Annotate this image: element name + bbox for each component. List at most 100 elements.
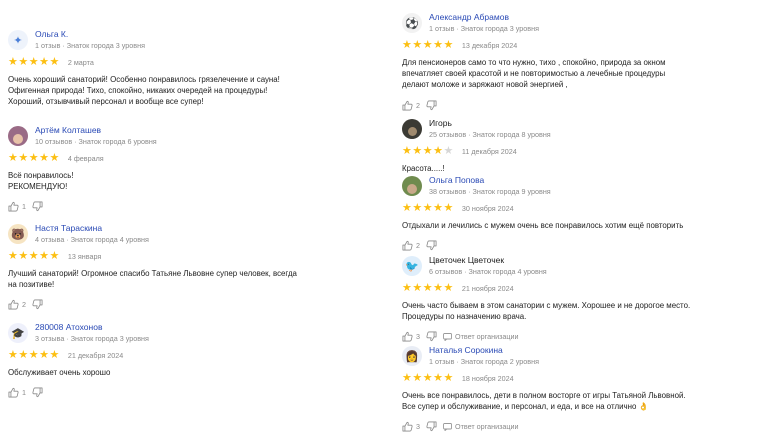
- star-filled-icon: ★: [412, 281, 423, 294]
- star-filled-icon: ★: [18, 55, 29, 68]
- reviewer-name[interactable]: Ольга К.: [35, 30, 145, 40]
- star-filled-icon: ★: [8, 348, 18, 361]
- thumbs-down-icon[interactable]: [32, 299, 43, 310]
- avatar[interactable]: ⚽: [402, 13, 422, 33]
- reviewer-name[interactable]: Ольга Попова: [429, 176, 551, 186]
- review-actions: 3 Ответ организации: [402, 331, 690, 342]
- user-photo: [407, 183, 417, 194]
- review-card: 🎓 280008 Атохонов 3 отзыва · Знаток горо…: [8, 321, 149, 398]
- star-rating: ★ ★ ★ ★ ★: [402, 144, 454, 157]
- review-text: Всё понравилось! РЕКОМЕНДУЮ!: [8, 170, 157, 192]
- avatar[interactable]: [402, 176, 422, 196]
- star-filled-icon: ★: [49, 151, 60, 164]
- reviewer-stats: 10 отзывов · Знаток города 6 уровня: [35, 136, 157, 146]
- review-date: 21 ноября 2024: [461, 283, 514, 293]
- star-filled-icon: ★: [433, 281, 443, 294]
- review-card: Артём Колташев 10 отзывов · Знаток город…: [8, 124, 157, 212]
- review-date: 18 ноября 2024: [461, 373, 514, 383]
- thumbs-up-icon[interactable]: [8, 201, 19, 212]
- star-filled-icon: ★: [422, 144, 433, 157]
- reviewer-name[interactable]: Наталья Сорокина: [429, 346, 539, 356]
- reviewer-name[interactable]: Артём Колташев: [35, 126, 157, 136]
- review-card: 👩 Наталья Сорокина 1 отзыв · Знаток горо…: [402, 344, 686, 432]
- star-filled-icon: ★: [39, 55, 49, 68]
- review-actions: 1: [8, 201, 157, 212]
- review-date: 30 ноября 2024: [461, 203, 514, 213]
- review-card: ⚽ Александр Абрамов 1 отзыв · Знаток гор…: [402, 11, 666, 111]
- sparkle-icon: ✦: [13, 34, 23, 47]
- review-text: Очень хороший санаторий! Особенно понрав…: [8, 74, 280, 108]
- star-filled-icon: ★: [49, 249, 60, 262]
- reviewer-name[interactable]: Цветочек Цветочек: [429, 256, 547, 266]
- star-rating: ★ ★ ★ ★ ★: [8, 55, 60, 68]
- review-date: 11 декабря 2024: [461, 146, 517, 156]
- star-rating: ★ ★ ★ ★ ★: [8, 151, 60, 164]
- avatar[interactable]: [402, 119, 422, 139]
- review-card: Ольга Попова 38 отзывов · Знаток города …: [402, 174, 683, 251]
- star-filled-icon: ★: [433, 144, 443, 157]
- thumbs-down-icon[interactable]: [32, 201, 43, 212]
- star-filled-icon: ★: [422, 371, 433, 384]
- reviewer-stats: 1 отзыв · Знаток города 3 уровня: [429, 23, 539, 33]
- avatar[interactable]: 🐻: [8, 224, 28, 244]
- org-reply-link[interactable]: Ответ организации: [443, 422, 519, 431]
- thumbs-down-icon[interactable]: [426, 331, 437, 342]
- avatar[interactable]: ✦: [8, 30, 28, 50]
- thumbs-up-icon[interactable]: [8, 387, 19, 398]
- review-text-line: Всё понравилось!: [8, 171, 74, 180]
- avatar[interactable]: 🎓: [8, 323, 28, 343]
- star-filled-icon: ★: [28, 249, 39, 262]
- review-text-line: Очень все понравилось, дети в полном вос…: [402, 391, 686, 400]
- star-filled-icon: ★: [49, 348, 60, 361]
- likes-count: 1: [22, 388, 26, 398]
- review-text-line: Лучший санаторий! Огромное спасибо Татья…: [8, 269, 297, 278]
- reviewer-stats: 3 отзыва · Знаток города 3 уровня: [35, 333, 149, 343]
- star-filled-icon: ★: [39, 249, 49, 262]
- reviewer-name[interactable]: Настя Тараскина: [35, 224, 149, 234]
- thumbs-down-icon[interactable]: [32, 387, 43, 398]
- reviewer-name[interactable]: Игорь: [429, 119, 551, 129]
- review-text-line: Хороший, отзывчивый персонал и вообще вс…: [8, 97, 204, 107]
- review-actions: 1: [8, 387, 149, 398]
- review-text: Очень все понравилось, дети в полном вос…: [402, 390, 686, 412]
- avatar[interactable]: [8, 126, 28, 146]
- review-text-line: Обслуживает очень хорошо: [8, 368, 111, 377]
- thumbs-up-icon[interactable]: [402, 240, 413, 251]
- thumbs-up-icon[interactable]: [402, 331, 413, 342]
- thumbs-down-icon[interactable]: [426, 240, 437, 251]
- review-date: 2 марта: [67, 57, 94, 67]
- star-rating: ★ ★ ★ ★ ★: [402, 281, 454, 294]
- thumbs-up-icon[interactable]: [8, 299, 19, 310]
- reviewer-name[interactable]: 280008 Атохонов: [35, 323, 149, 333]
- star-rating: ★ ★ ★ ★ ★: [402, 371, 454, 384]
- likes-count: 3: [416, 422, 420, 432]
- star-filled-icon: ★: [443, 38, 454, 51]
- review-card: 🐦 Цветочек Цветочек 6 отзывов · Знаток г…: [402, 254, 690, 342]
- star-filled-icon: ★: [402, 201, 412, 214]
- star-filled-icon: ★: [18, 249, 29, 262]
- star-filled-icon: ★: [18, 151, 29, 164]
- star-filled-icon: ★: [412, 201, 423, 214]
- thumbs-up-icon[interactable]: [402, 100, 413, 111]
- review-date: 13 декабря 2024: [461, 40, 518, 50]
- star-filled-icon: ★: [402, 144, 412, 157]
- review-card: Игорь 25 отзывов · Знаток города 8 уровн…: [402, 117, 551, 174]
- review-date: 21 декабря 2024: [67, 350, 124, 360]
- star-filled-icon: ★: [443, 281, 454, 294]
- reviewer-name[interactable]: Александр Абрамов: [429, 13, 539, 23]
- star-filled-icon: ★: [8, 151, 18, 164]
- thumbs-down-icon[interactable]: [426, 421, 437, 432]
- org-reply-link[interactable]: Ответ организации: [443, 332, 519, 341]
- thumbs-down-icon[interactable]: [426, 100, 437, 111]
- star-filled-icon: ★: [443, 201, 454, 214]
- star-filled-icon: ★: [443, 371, 454, 384]
- likes-count: 2: [22, 300, 26, 310]
- chat-bubble-icon: [443, 422, 452, 431]
- reviewer-stats: 1 отзыв · Знаток города 2 уровня: [429, 356, 539, 366]
- star-filled-icon: ★: [433, 38, 443, 51]
- review-actions: 3 Ответ организации: [402, 421, 686, 432]
- avatar[interactable]: 👩: [402, 346, 422, 366]
- review-text-line: Очень часто бываем в этом санатории с му…: [402, 301, 691, 310]
- thumbs-up-icon[interactable]: [402, 421, 413, 432]
- avatar[interactable]: 🐦: [402, 256, 422, 276]
